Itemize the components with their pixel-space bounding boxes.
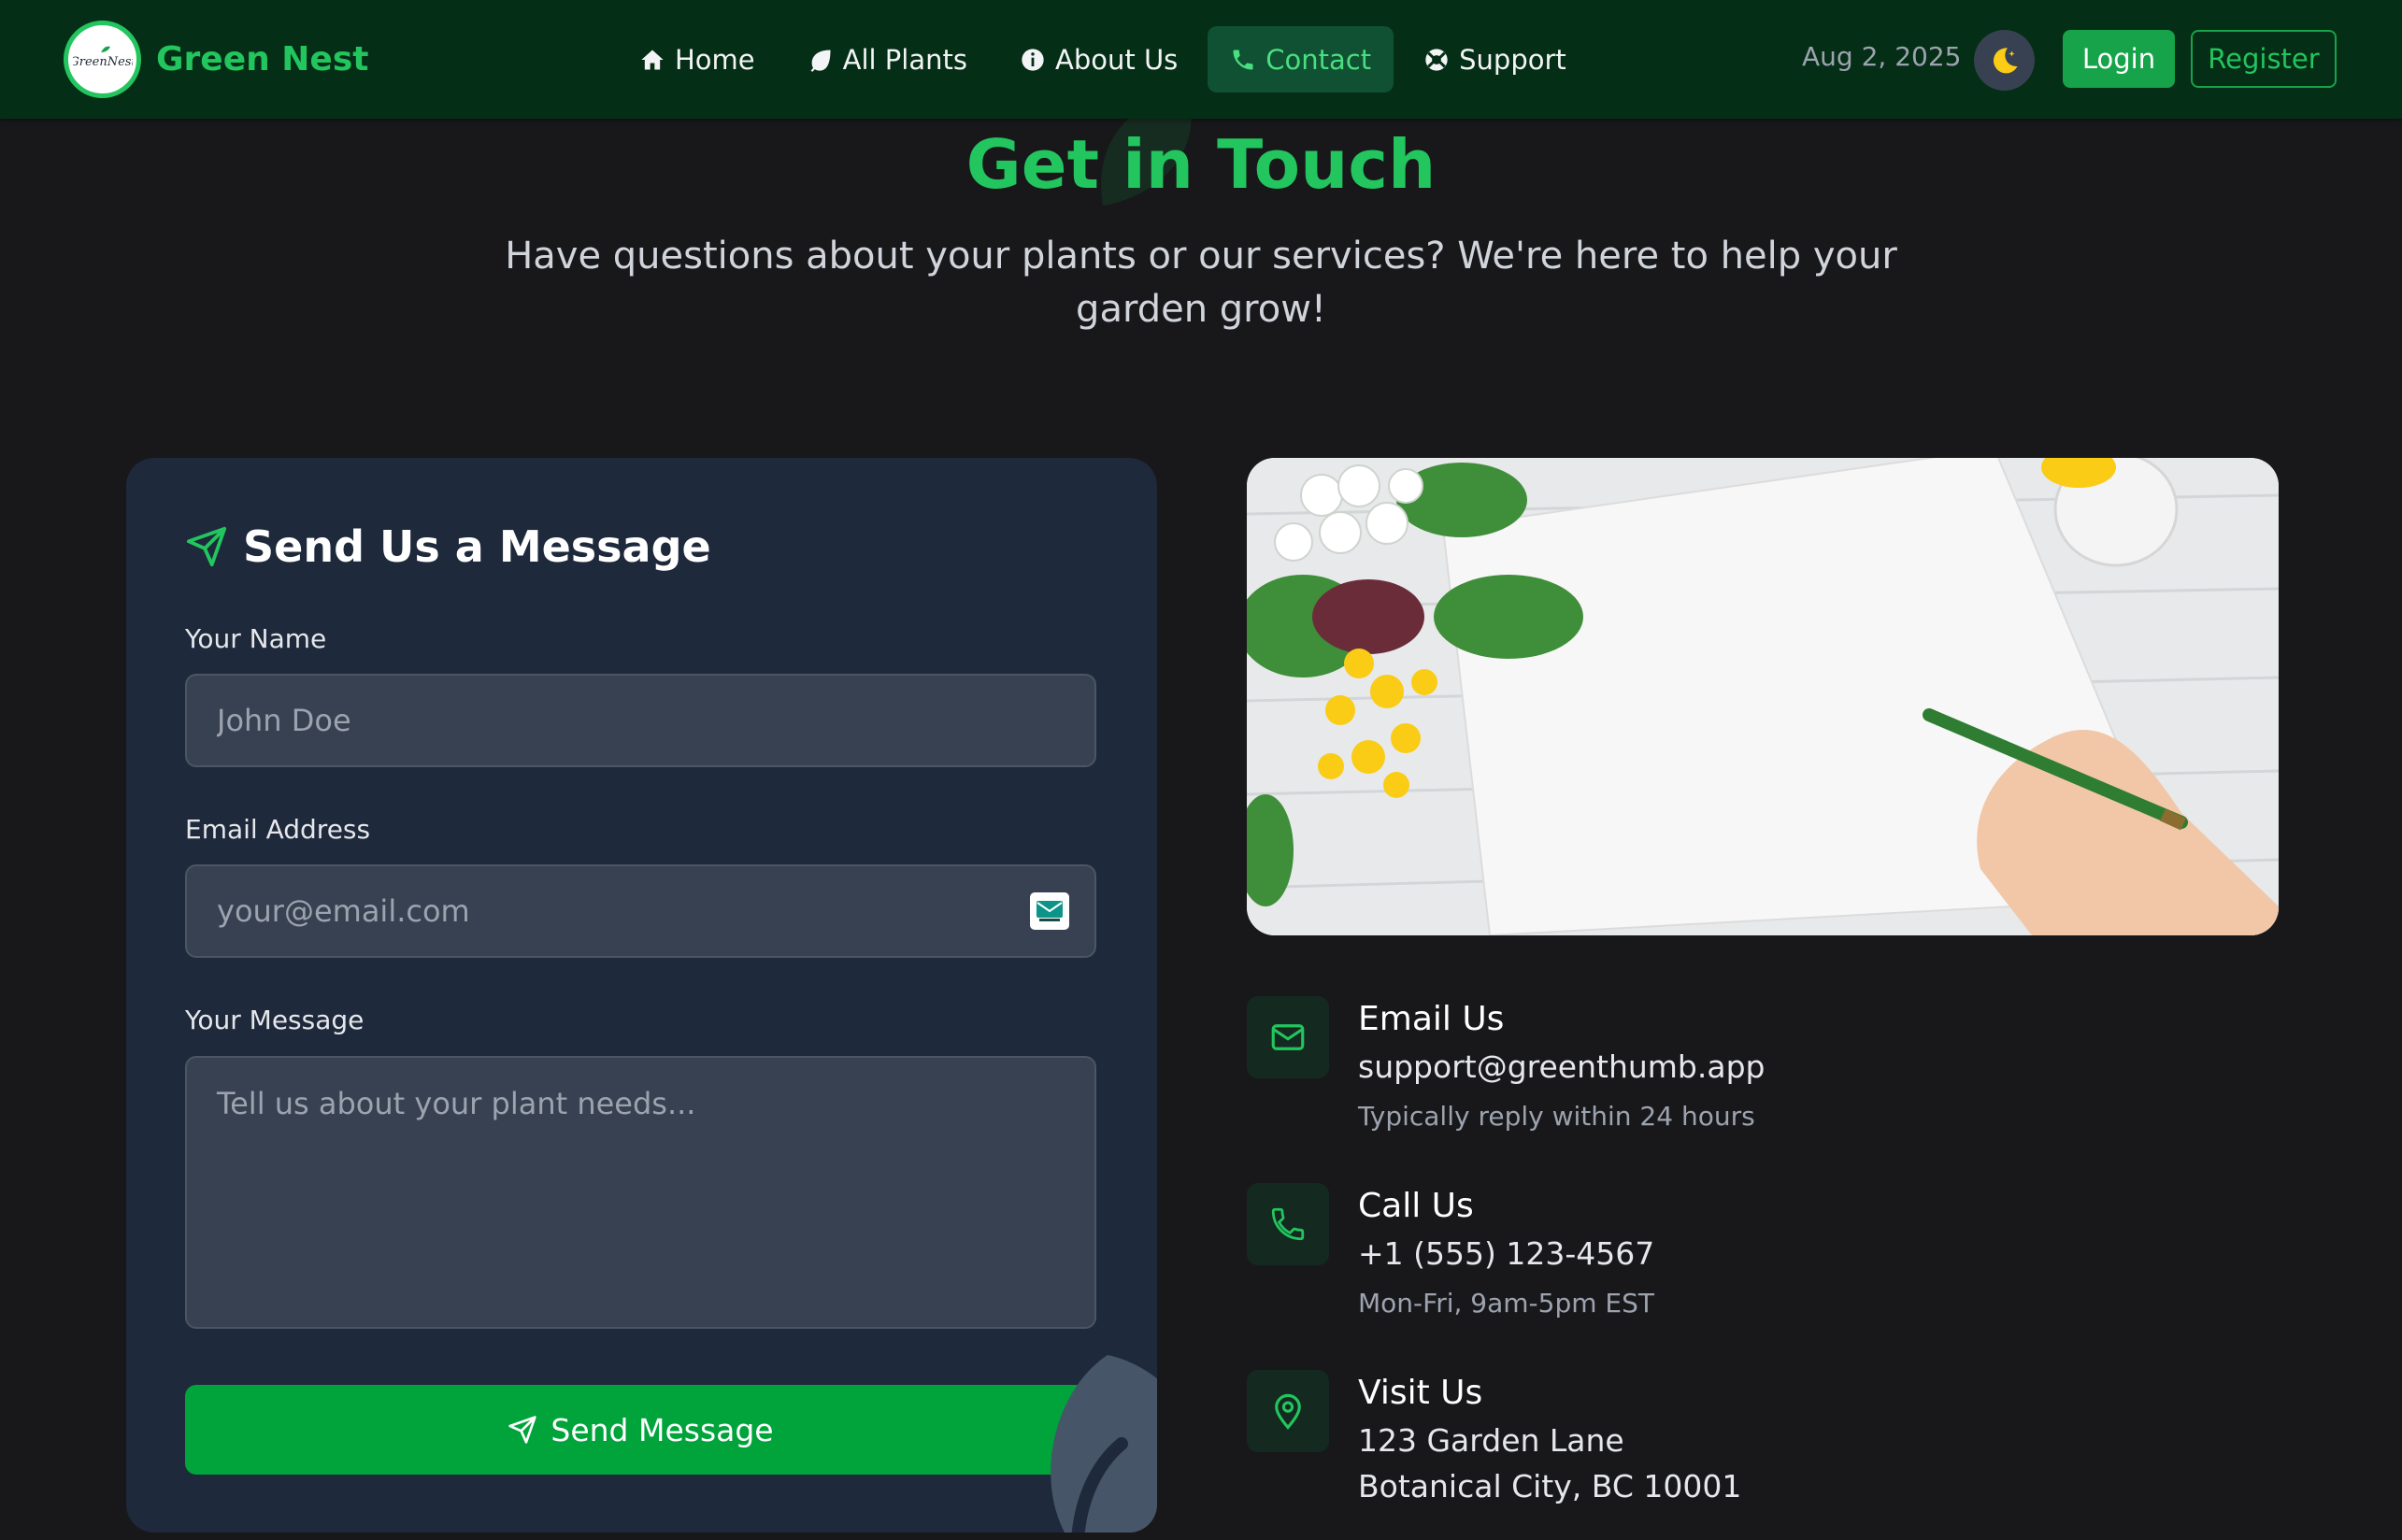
nav-link-label: All Plants [842, 43, 967, 76]
decorative-leaf-icon [1051, 1355, 1157, 1533]
email-input[interactable] [185, 864, 1096, 958]
phone-icon [1247, 1183, 1329, 1265]
moon-icon [1993, 47, 2017, 73]
send-message-button[interactable]: Send Message [185, 1385, 1096, 1475]
mail-icon-svg [1271, 1024, 1305, 1050]
form-title-text: Send Us a Message [243, 521, 711, 572]
phone-icon [1233, 50, 1253, 69]
email-label: Email Address [185, 814, 371, 845]
nav-link-label: Support [1459, 43, 1566, 76]
nav-link-about-us[interactable]: About Us [997, 26, 1200, 93]
register-button[interactable]: Register [2191, 30, 2337, 88]
map-pin-icon-svg [1275, 1393, 1301, 1430]
main-nav: Home All Plants About Us Contact Support [617, 26, 1596, 93]
mail-icon [1247, 996, 1329, 1078]
email-autofill-icon[interactable] [1030, 892, 1069, 930]
message-label: Your Message [185, 1005, 365, 1035]
name-input[interactable] [185, 674, 1096, 767]
form-title: Send Us a Message [185, 521, 711, 572]
send-icon [186, 526, 227, 567]
contact-email-note: Typically reply within 24 hours [1358, 1101, 1755, 1132]
name-label: Your Name [185, 623, 327, 654]
page-subtitle: Have questions about your plants or our … [505, 235, 1897, 331]
writing-letter-image [1247, 458, 2279, 935]
contact-address-title: Visit Us [1358, 1374, 1483, 1412]
send-message-label: Send Message [550, 1411, 774, 1448]
info-icon [1022, 48, 1044, 71]
theme-toggle-button[interactable] [1974, 30, 2035, 91]
brand-logo: GreenNest [64, 21, 141, 98]
nav-link-contact[interactable]: Contact [1208, 26, 1394, 93]
lifebuoy-icon [1425, 48, 1448, 71]
nav-link-support[interactable]: Support [1401, 26, 1589, 93]
brand[interactable]: GreenNest Green Nest [64, 21, 368, 98]
nav-link-label: Contact [1265, 43, 1372, 76]
svg-text:GreenNest: GreenNest [73, 55, 133, 69]
contact-phone-title: Call Us [1358, 1187, 1474, 1225]
nav-link-label: About Us [1055, 43, 1179, 76]
leaf-icon [810, 50, 831, 72]
current-date: Aug 2, 2025 [1802, 41, 1962, 72]
home-icon [641, 50, 664, 69]
nav-link-home[interactable]: Home [617, 26, 778, 93]
contact-email-title: Email Us [1358, 1000, 1505, 1038]
top-navbar: GreenNest Green Nest Home All Plants Abo… [0, 0, 2402, 119]
contact-address-line-1: 123 Garden Lane [1358, 1422, 1624, 1459]
login-button[interactable]: Login [2063, 30, 2175, 88]
message-textarea[interactable] [185, 1056, 1096, 1329]
contact-phone-hours: Mon-Fri, 9am-5pm EST [1358, 1288, 1654, 1319]
nav-link-all-plants[interactable]: All Plants [785, 26, 990, 93]
phone-icon-svg [1271, 1207, 1305, 1241]
brand-name: Green Nest [156, 40, 369, 78]
contact-phone-number[interactable]: +1 (555) 123-4567 [1358, 1235, 1654, 1272]
brand-logo-image: GreenNest [73, 46, 133, 69]
page-title: Get in Touch [965, 125, 1437, 204]
contact-email-address[interactable]: support@greenthumb.app [1358, 1048, 1765, 1085]
send-icon [508, 1416, 537, 1444]
contact-form-card: Send Us a Message Your Name Email Addres… [126, 458, 1157, 1533]
nav-link-label: Home [675, 43, 755, 76]
envelope-icon [1037, 901, 1063, 921]
contact-hero-image [1247, 458, 2279, 935]
map-pin-icon [1247, 1370, 1329, 1452]
contact-address-line-2: Botanical City, BC 10001 [1358, 1468, 1742, 1504]
